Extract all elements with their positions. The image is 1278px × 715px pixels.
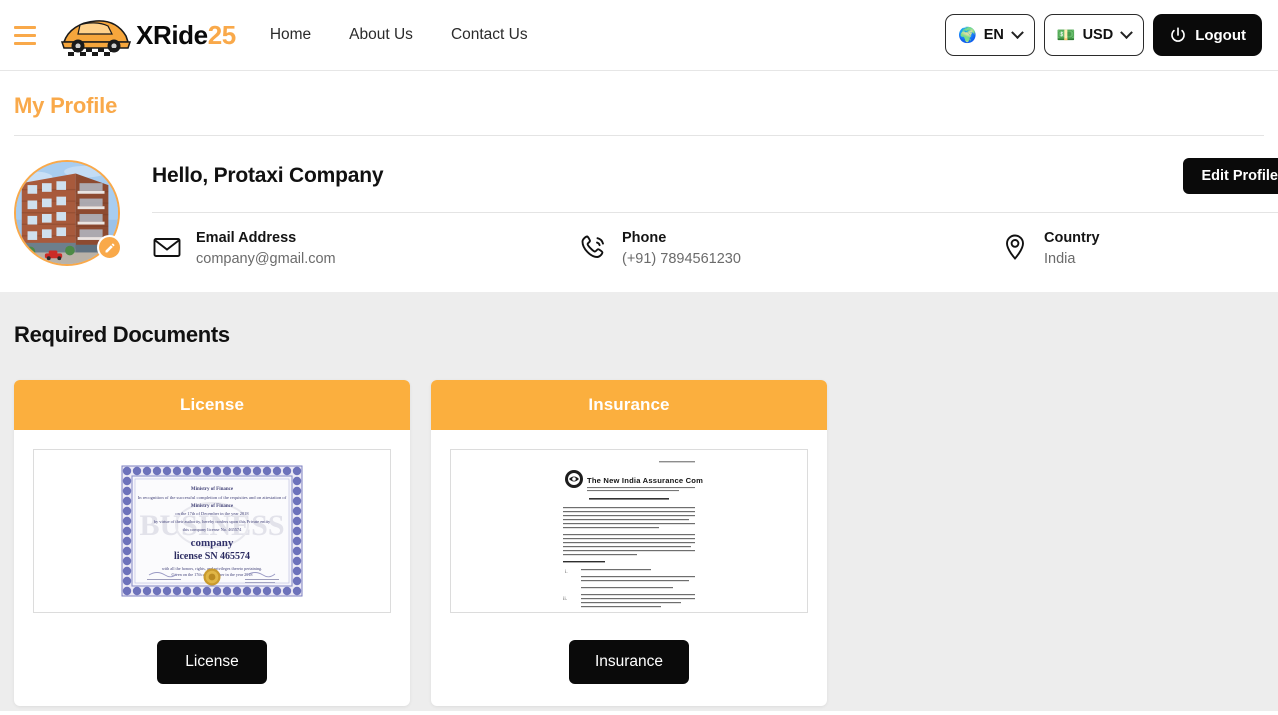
document-card-license-actions: License — [14, 632, 410, 706]
contact-info-row: Email Address company@gmail.com Phone — [152, 213, 1278, 292]
document-card-insurance: Insurance The Ne — [431, 380, 827, 706]
svg-text:on the 17th of December in the: on the 17th of December in the year 2018 — [175, 511, 249, 516]
contact-phone-label: Phone — [622, 229, 741, 249]
svg-text:ii.: ii. — [563, 597, 567, 602]
greeting-row: Hello, Protaxi Company Edit Profile — [152, 158, 1278, 194]
svg-text:Ministry of Finance: Ministry of Finance — [191, 487, 234, 492]
logout-button[interactable]: Logout — [1153, 14, 1262, 56]
header-actions: 🌍 EN 💵 USD Logout — [945, 14, 1262, 56]
logout-label: Logout — [1195, 27, 1246, 44]
hamburger-menu-icon[interactable] — [10, 20, 40, 50]
nav-item-contact-us[interactable]: Contact Us — [451, 26, 528, 44]
car-logo-icon — [56, 12, 134, 58]
edit-profile-button[interactable]: Edit Profile — [1183, 158, 1278, 194]
insurance-download-button[interactable]: Insurance — [569, 640, 689, 684]
nav-item-home[interactable]: Home — [270, 26, 311, 44]
document-card-insurance-actions: Insurance — [431, 632, 827, 706]
contact-country-value: India — [1044, 249, 1100, 270]
phone-icon — [578, 232, 608, 262]
power-icon — [1169, 26, 1187, 44]
brand-logo-link[interactable]: XRide25 — [56, 12, 236, 58]
contact-phone: Phone (+91) 7894561230 — [578, 229, 1000, 270]
brand-name-part1: XRide — [136, 20, 208, 50]
license-download-button[interactable]: License — [157, 640, 267, 684]
svg-text:license SN 465574: license SN 465574 — [174, 551, 250, 562]
location-pin-icon — [1000, 232, 1030, 262]
pencil-icon — [104, 242, 116, 254]
language-label: EN — [984, 27, 1004, 43]
profile-section: My Profile — [0, 71, 1278, 292]
currency-selector[interactable]: 💵 USD — [1044, 14, 1144, 56]
brand-name: XRide25 — [136, 22, 236, 48]
contact-phone-text: Phone (+91) 7894561230 — [622, 229, 741, 270]
hamburger-bar — [14, 42, 36, 45]
contact-country: Country India — [1000, 229, 1278, 270]
document-card-insurance-body: The New India Assurance Company Limited — [431, 430, 827, 632]
avatar-edit-button[interactable] — [97, 235, 122, 260]
contact-phone-value: (+91) 7894561230 — [622, 249, 741, 270]
currency-label: USD — [1083, 27, 1114, 43]
greeting-text: Hello, Protaxi Company — [152, 164, 383, 188]
contact-country-label: Country — [1044, 229, 1100, 249]
profile-details: Hello, Protaxi Company Edit Profile Emai… — [120, 158, 1278, 292]
site-header: XRide25 Home About Us Contact Us 🌍 EN 💵 … — [0, 0, 1278, 71]
contact-email-label: Email Address — [196, 229, 336, 249]
profile-row: Hello, Protaxi Company Edit Profile Emai… — [14, 136, 1264, 292]
svg-text:company: company — [191, 537, 234, 549]
document-preview-insurance[interactable]: The New India Assurance Company Limited — [450, 449, 808, 613]
banknote-icon: 💵 — [1057, 28, 1076, 43]
document-card-license-body: BUSINESS Ministry of Finance In recognit… — [14, 430, 410, 632]
hamburger-bar — [14, 26, 36, 29]
svg-text:In recognition of the successf: In recognition of the successful complet… — [138, 495, 287, 500]
documents-section-title: Required Documents — [14, 322, 1264, 348]
svg-text:The New India Assurance Compan: The New India Assurance Company Limited — [587, 476, 703, 485]
contact-country-text: Country India — [1044, 229, 1100, 270]
contact-email-value: company@gmail.com — [196, 249, 336, 270]
brand-name-part2: 25 — [208, 20, 236, 50]
language-selector[interactable]: 🌍 EN — [945, 14, 1035, 56]
contact-email: Email Address company@gmail.com — [152, 229, 578, 270]
document-card-license-header: License — [14, 380, 410, 430]
svg-text:this company license No. 46557: this company license No. 465574 — [183, 527, 242, 532]
chevron-down-icon — [1120, 26, 1133, 39]
svg-text:i.: i. — [565, 570, 568, 575]
document-card-insurance-header: Insurance — [431, 380, 827, 430]
main-navigation: Home About Us Contact Us — [270, 26, 528, 44]
document-card-license: License — [14, 380, 410, 706]
svg-text:Ministry of Finance: Ministry of Finance — [191, 504, 234, 509]
documents-grid: License — [14, 380, 1264, 706]
contact-email-text: Email Address company@gmail.com — [196, 229, 336, 270]
globe-icon: 🌍 — [958, 28, 977, 43]
envelope-icon — [152, 232, 182, 262]
hamburger-bar — [14, 34, 36, 37]
avatar-wrapper — [14, 160, 120, 266]
chevron-down-icon — [1011, 26, 1024, 39]
required-documents-section: Required Documents License — [0, 292, 1278, 711]
page-title: My Profile — [14, 71, 1264, 135]
document-preview-license[interactable]: BUSINESS Ministry of Finance In recognit… — [33, 449, 391, 613]
nav-item-about-us[interactable]: About Us — [349, 26, 413, 44]
